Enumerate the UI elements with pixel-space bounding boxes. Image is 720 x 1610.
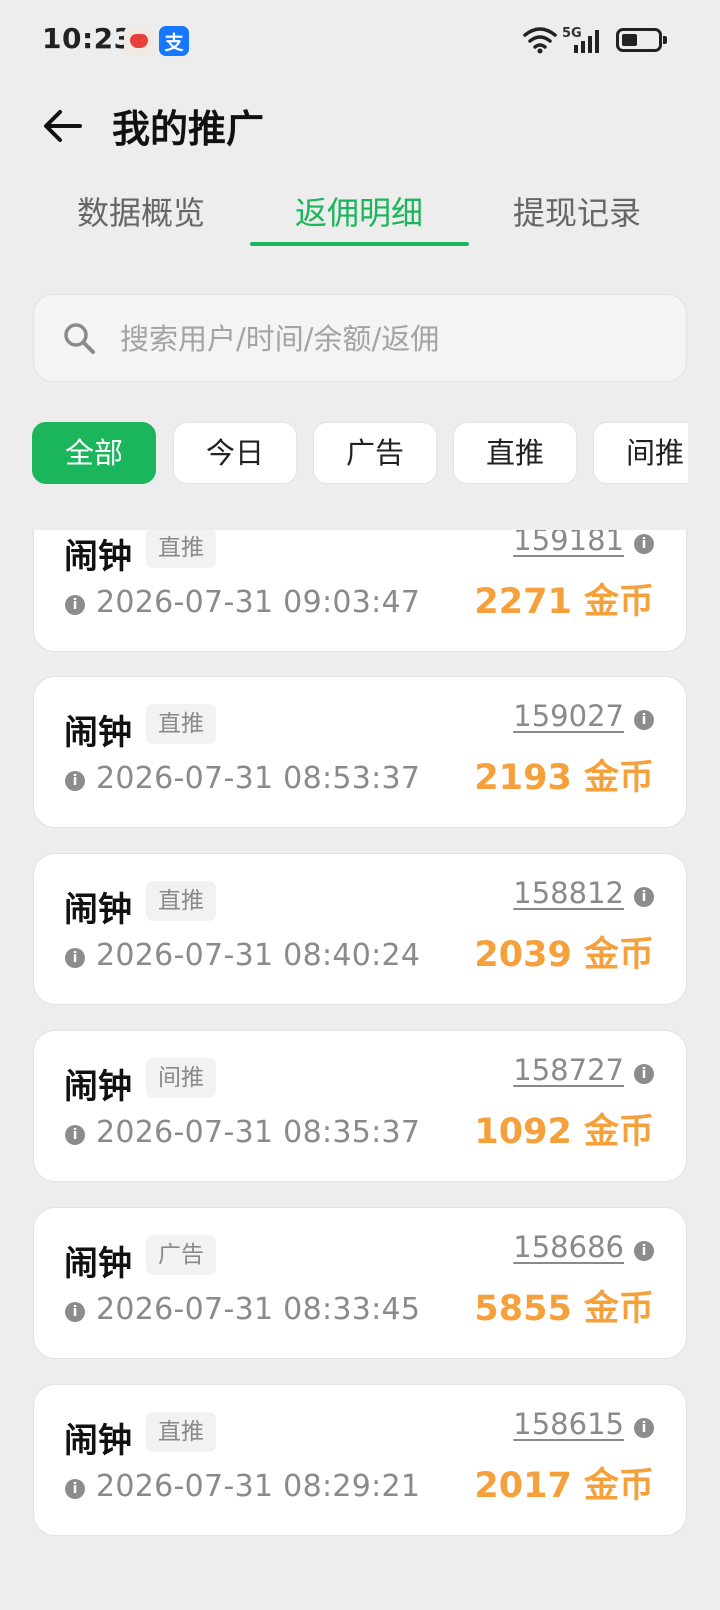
record-time: 2026-07-31 08:40:24 — [96, 938, 421, 973]
info-icon[interactable]: i — [634, 1418, 654, 1438]
notification-app-icon — [124, 26, 154, 56]
info-icon[interactable]: i — [634, 887, 654, 907]
record-id-link[interactable]: 158812 — [513, 876, 624, 910]
filter-today[interactable]: 今日 — [173, 422, 297, 484]
record-id-link[interactable]: 159027 — [513, 699, 624, 733]
info-icon: i — [65, 1302, 85, 1322]
filter-indirect[interactable]: 间推 — [593, 422, 688, 484]
record-tag: 直推 — [146, 704, 216, 744]
info-icon: i — [65, 948, 85, 968]
record-name: 闹钟 — [64, 1421, 132, 1461]
record-amount: 2039 金币 — [474, 935, 654, 975]
record-time: 2026-07-31 08:29:21 — [96, 1469, 421, 1504]
record-amount: 2271 金币 — [474, 582, 654, 622]
record-time: 2026-07-31 08:33:45 — [96, 1292, 421, 1327]
signal-icon — [574, 30, 599, 53]
record-amount: 1092 金币 — [474, 1112, 654, 1152]
info-icon: i — [65, 595, 85, 615]
record-time: 2026-07-31 08:35:37 — [96, 1115, 421, 1150]
filter-all[interactable]: 全部 — [32, 422, 156, 484]
signal-block: 5G — [560, 26, 604, 54]
record-name: 闹钟 — [64, 1244, 132, 1284]
record-tag: 直推 — [146, 530, 216, 568]
record-amount: 2017 金币 — [474, 1466, 654, 1506]
search-input[interactable] — [120, 317, 640, 361]
status-time: 10:23 — [42, 22, 134, 55]
record-tag: 直推 — [146, 881, 216, 921]
record-name: 闹钟 — [64, 713, 132, 753]
record-id-link[interactable]: 158615 — [513, 1407, 624, 1441]
search-icon — [64, 323, 95, 354]
record-id-link[interactable]: 158727 — [513, 1053, 624, 1087]
page-title: 我的推广 — [112, 107, 265, 151]
record-tag: 广告 — [146, 1235, 216, 1275]
list-item[interactable]: 闹钟 直推 i 2026-07-31 08:53:37 159027 i 219… — [33, 676, 687, 828]
list-item[interactable]: 闹钟 间推 i 2026-07-31 08:35:37 158727 i 109… — [33, 1030, 687, 1182]
header: 我的推广 — [0, 92, 720, 158]
info-icon: i — [65, 1125, 85, 1145]
info-icon[interactable]: i — [634, 710, 654, 730]
record-time: 2026-07-31 08:53:37 — [96, 761, 421, 796]
list-item[interactable]: 闹钟 广告 i 2026-07-31 08:33:45 158686 i 585… — [33, 1207, 687, 1359]
record-name: 闹钟 — [64, 537, 132, 577]
filter-direct[interactable]: 直推 — [453, 422, 577, 484]
status-bar: 10:23 支 5G — [0, 0, 720, 84]
tab-commission-detail[interactable]: 返佣明细 — [250, 190, 468, 250]
active-tab-indicator — [250, 242, 469, 246]
record-id-link[interactable]: 159181 — [513, 530, 624, 557]
back-arrow-icon[interactable] — [40, 106, 84, 146]
record-id-link[interactable]: 158686 — [513, 1230, 624, 1264]
list-item[interactable]: 闹钟 直推 i 2026-07-31 08:29:21 158615 i 201… — [33, 1384, 687, 1536]
filter-ads[interactable]: 广告 — [313, 422, 437, 484]
commission-list[interactable]: 闹钟 直推 i 2026-07-31 09:03:47 159181 i 227… — [0, 530, 720, 1610]
search-bar[interactable] — [33, 294, 687, 382]
record-amount: 2193 金币 — [474, 758, 654, 798]
list-item[interactable]: 闹钟 直推 i 2026-07-31 09:03:47 159181 i 227… — [33, 530, 687, 652]
record-time: 2026-07-31 09:03:47 — [96, 585, 421, 620]
info-icon: i — [65, 771, 85, 791]
alipay-notification-icon: 支 — [159, 26, 189, 56]
tab-withdrawal-records[interactable]: 提现记录 — [468, 190, 686, 250]
tab-data-overview[interactable]: 数据概览 — [32, 190, 250, 250]
record-amount: 5855 金币 — [474, 1289, 654, 1329]
wifi-icon — [523, 27, 557, 54]
filter-chips: 全部 今日 广告 直推 间推 — [32, 422, 688, 486]
record-tag: 直推 — [146, 1412, 216, 1452]
record-name: 闹钟 — [64, 1067, 132, 1107]
record-name: 闹钟 — [64, 890, 132, 930]
record-tag: 间推 — [146, 1058, 216, 1098]
info-icon[interactable]: i — [634, 1241, 654, 1261]
info-icon[interactable]: i — [634, 534, 654, 554]
list-item[interactable]: 闹钟 直推 i 2026-07-31 08:40:24 158812 i 203… — [33, 853, 687, 1005]
tab-bar: 数据概览 返佣明细 提现记录 — [32, 190, 688, 250]
info-icon[interactable]: i — [634, 1064, 654, 1084]
info-icon: i — [65, 1479, 85, 1499]
battery-icon — [616, 28, 667, 52]
